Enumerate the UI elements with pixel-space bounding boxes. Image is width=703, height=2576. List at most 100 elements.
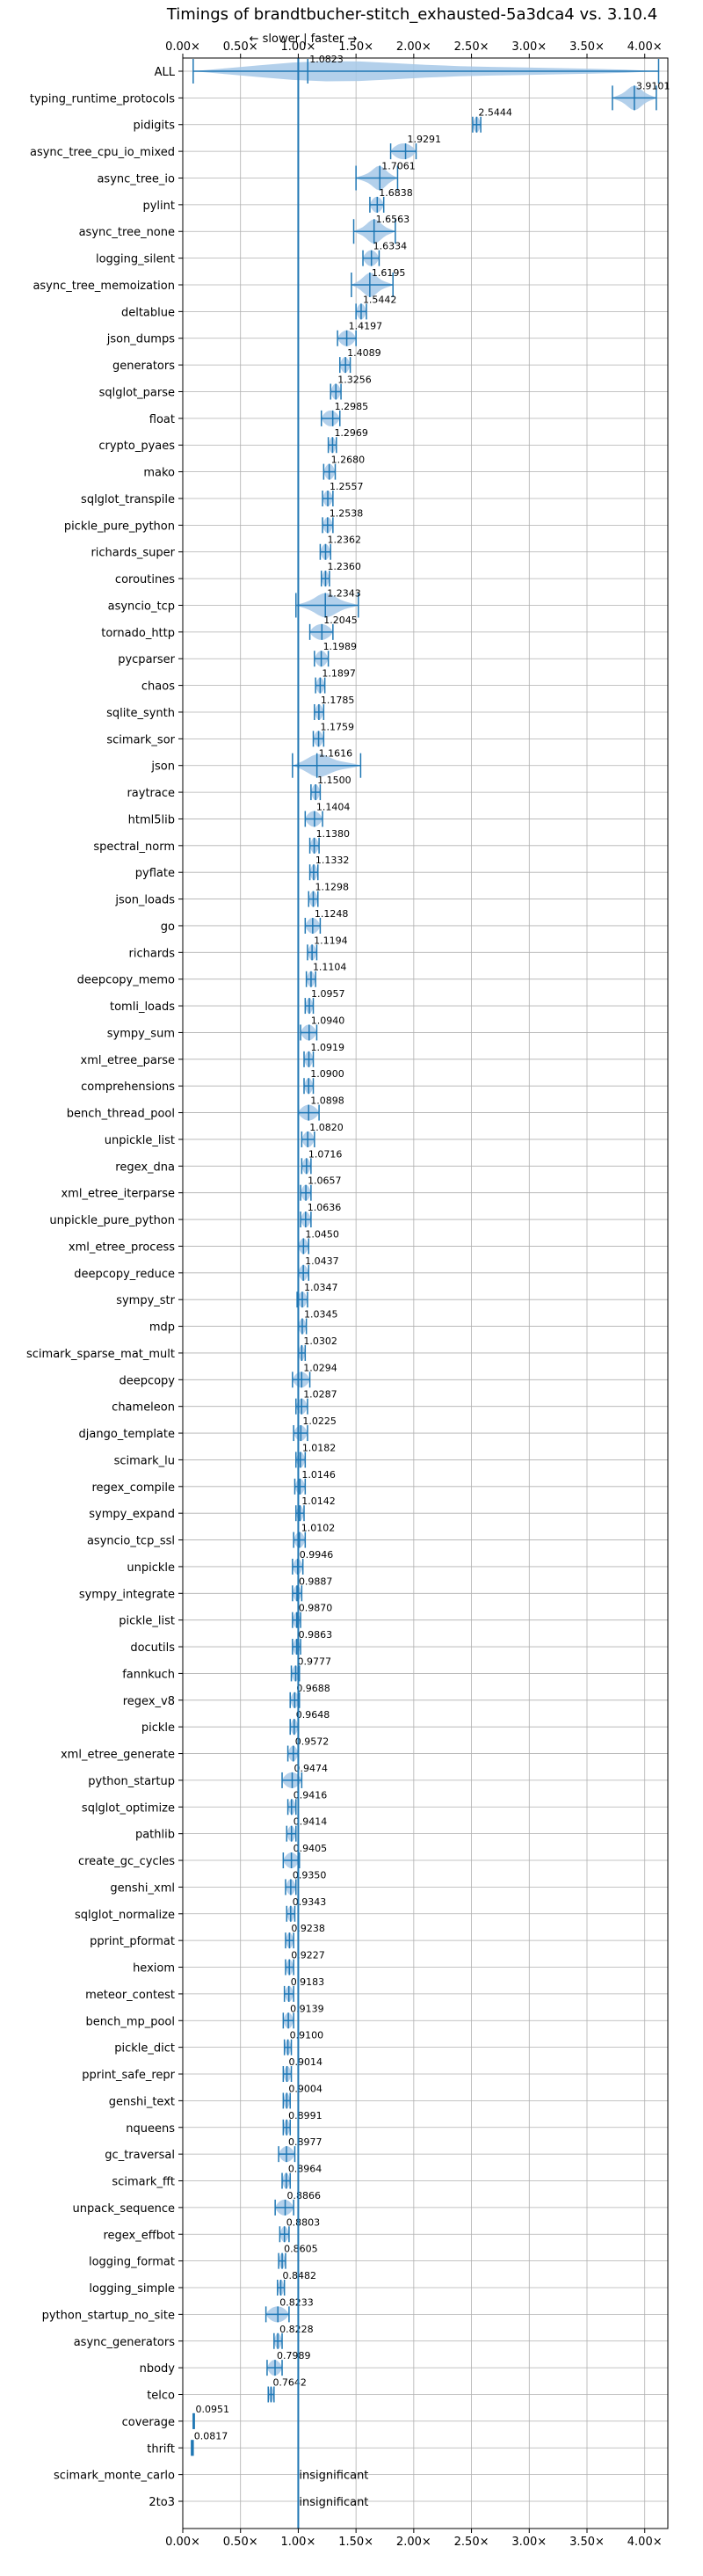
value-label: 0.9863 [299, 1629, 333, 1641]
value-label: 1.2045 [323, 615, 358, 626]
x-tick-label-top: 3.50× [569, 40, 605, 54]
y-tick-label: deepcopy [119, 1374, 175, 1387]
y-tick-label: json_loads [114, 894, 175, 907]
chart-title: Timings of brandtbucher-stitch_exhausted… [166, 5, 657, 24]
value-label: 0.0817 [194, 2430, 228, 2441]
x-tick-label-bottom: 1.50× [338, 2536, 373, 2549]
value-label: 1.2362 [327, 535, 361, 546]
value-label: 1.0957 [311, 988, 345, 1000]
y-tick-label: xml_etree_iterparse [61, 1188, 175, 1201]
y-tick-label: coroutines [115, 573, 175, 586]
value-label: 0.9004 [288, 2083, 323, 2094]
value-label: 1.0898 [310, 1095, 344, 1107]
y-tick-label: pprint_safe_repr [82, 2069, 175, 2082]
value-label: 1.7061 [381, 160, 416, 171]
y-tick-label: logging_simple [89, 2282, 175, 2296]
x-axis-bottom: 0.00× 0.50× 1.00× 1.50× 2.00× 2.50× 3.00× 3.50×… [165, 2529, 663, 2549]
y-tick-label: xml_etree_generate [61, 1749, 175, 1762]
y-tick-label: gc_traversal [105, 2149, 175, 2162]
x-tick-label-top: 1.50× [338, 40, 373, 54]
x-tick-label-bottom: 0.00× [165, 2536, 200, 2549]
value-label: 0.9139 [290, 2003, 324, 2014]
y-tick-label: html5lib [128, 813, 175, 826]
y-tick-label: nqueens [126, 2122, 175, 2136]
y-tick-label: hexiom [133, 1962, 175, 1976]
y-tick-label: pidigits [134, 120, 176, 133]
value-label: 0.9648 [296, 1709, 330, 1721]
x-tick-label-bottom: 1.00× [281, 2536, 316, 2549]
y-tick-label: async_tree_memoization [33, 280, 175, 293]
value-label: 1.0302 [303, 1335, 337, 1347]
y-tick-label: logging_format [89, 2256, 175, 2269]
y-tick-label: create_gc_cycles [78, 1855, 175, 1868]
value-label: 0.9100 [290, 2030, 324, 2041]
y-tick-label: scimark_monte_carlo [54, 2470, 175, 2483]
value-label: 1.0294 [303, 1362, 337, 1373]
y-tick-label: regex_v8 [123, 1695, 175, 1708]
y-tick-label: tomli_loads [110, 1001, 175, 1014]
y-tick-label: xml_etree_parse [81, 1054, 175, 1067]
value-label: 1.1897 [322, 668, 356, 680]
y-tick-label: meteor_contest [85, 1989, 175, 2002]
y-tick-label: float [149, 413, 175, 426]
value-label: 0.9238 [291, 1923, 325, 1934]
y-tick-label: sqlglot_normalize [75, 1909, 175, 1922]
value-label: 0.9227 [291, 1950, 325, 1961]
value-label: 0.8228 [279, 2324, 314, 2335]
value-label: 1.0345 [304, 1309, 338, 1321]
value-label: 1.0657 [308, 1175, 342, 1187]
y-tick-label: comprehensions [81, 1081, 175, 1094]
value-label: 1.4089 [347, 347, 381, 359]
y-tick-label: deltablue [121, 306, 175, 319]
value-label: 0.8964 [288, 2164, 323, 2175]
value-label: 1.0820 [309, 1122, 344, 1133]
value-label: 1.2985 [335, 401, 369, 412]
y-tick-label: spectral_norm [93, 840, 175, 854]
y-tick-label: sqlglot_parse [99, 386, 175, 399]
y-tick-label: regex_effbot [103, 2229, 175, 2242]
y-tick-label: tornado_http [101, 627, 175, 640]
y-tick-label: nbody [140, 2362, 176, 2376]
y-tick-label: mako [143, 467, 175, 480]
x-tick-label-top: 3.00× [511, 40, 547, 54]
value-label: 1.0347 [304, 1282, 338, 1293]
value-label: 1.2557 [330, 481, 364, 492]
y-tick-label: django_template [79, 1428, 175, 1441]
y-tick-label: genshi_text [109, 2095, 175, 2108]
value-label: 1.2680 [331, 455, 366, 466]
x-tick-label-bottom: 2.00× [396, 2536, 431, 2549]
y-tick-label: genshi_xml [110, 1881, 175, 1895]
y-tick-label: pprint_pformat [90, 1935, 175, 1948]
y-tick-label: unpickle_pure_python [49, 1214, 175, 1227]
value-label: 0.8233 [279, 2296, 314, 2308]
data-marks: 1.0823 3.9101 2.5444 1.9291 1.7061 1.6838 1.65… [191, 54, 670, 2529]
y-tick-label: richards_super [91, 547, 175, 560]
value-label: 0.9777 [297, 1655, 331, 1667]
value-label: 1.1248 [315, 908, 349, 920]
y-tick-label: sqlite_synth [106, 707, 175, 720]
y-tick-label: unpack_sequence [72, 2202, 175, 2216]
y-tick-label: coverage [122, 2416, 175, 2429]
y-tick-label: pycparser [118, 653, 175, 666]
y-tick-label: pylint [142, 200, 175, 213]
y-tick-label: pickle_dict [114, 2042, 175, 2056]
value-label: 3.9101 [636, 80, 670, 91]
value-label: 0.8605 [284, 2244, 318, 2255]
value-label: 1.9291 [408, 134, 442, 145]
value-label: 1.1404 [316, 801, 351, 812]
violin-series [191, 61, 659, 2456]
value-label: 1.1194 [314, 935, 348, 946]
value-label: 0.9183 [291, 1976, 325, 1988]
y-tick-label: async_tree_none [79, 226, 175, 239]
value-label: 1.5442 [363, 294, 397, 305]
y-tick-label: pickle [141, 1721, 175, 1735]
y-tick-label: scimark_sor [106, 733, 175, 746]
y-tick-label: async_tree_cpu_io_mixed [30, 146, 175, 159]
x-tick-label-top: 4.00× [627, 40, 663, 54]
y-tick-label: sympy_sum [107, 1027, 175, 1040]
value-label: 0.9688 [296, 1683, 330, 1694]
value-label: 0.9870 [299, 1603, 333, 1614]
x-tick-label-top: 2.00× [396, 40, 431, 54]
value-label: 1.1785 [321, 695, 355, 706]
y-tick-label: ALL [155, 66, 176, 79]
